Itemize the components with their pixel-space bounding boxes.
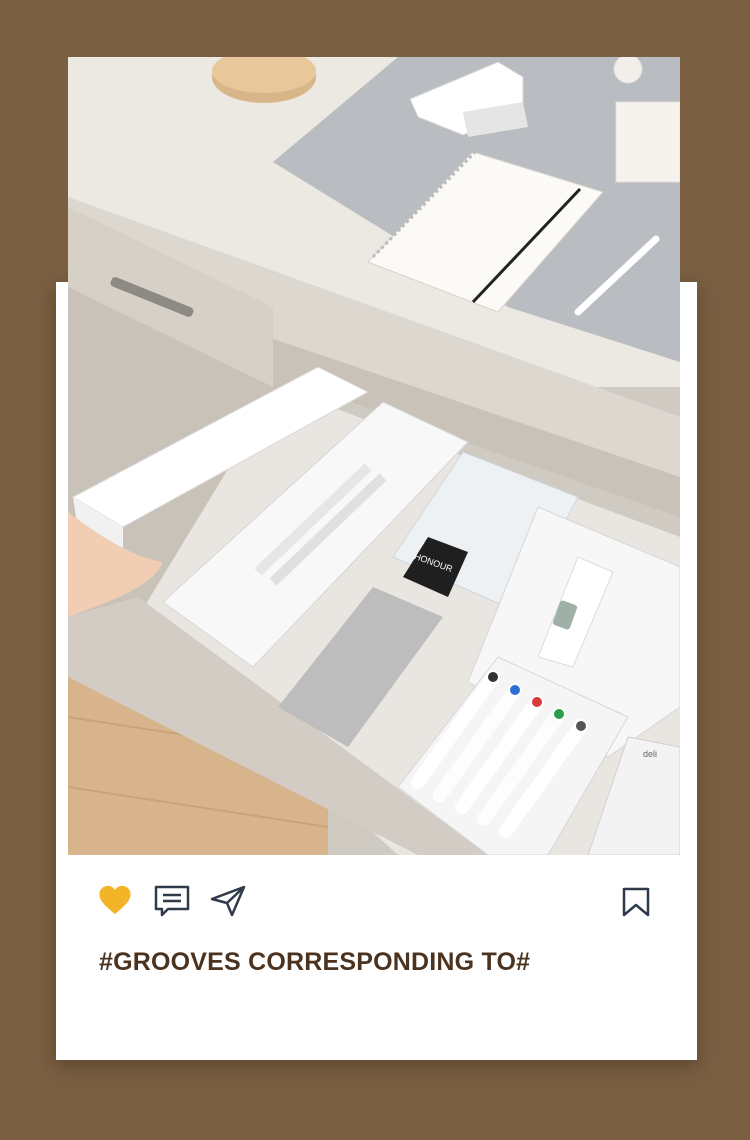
comment-icon[interactable] bbox=[154, 885, 190, 922]
heart-icon[interactable] bbox=[98, 884, 132, 921]
bookmark-icon[interactable] bbox=[622, 887, 650, 922]
post-actions-bar bbox=[56, 880, 697, 924]
calculator-brand-label: deli bbox=[643, 749, 657, 759]
post-photo: HONOUR deli bbox=[68, 57, 680, 855]
send-icon[interactable] bbox=[210, 885, 246, 922]
post-caption: #GROOVES CORRESPONDING TO# bbox=[99, 948, 531, 976]
